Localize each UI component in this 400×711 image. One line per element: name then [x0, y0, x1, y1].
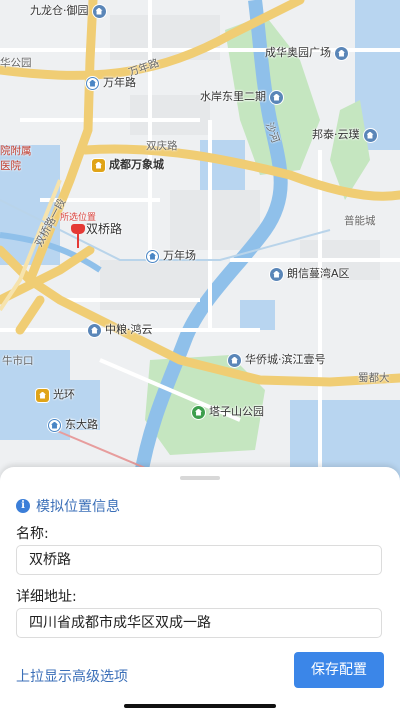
poi-guanghuan[interactable]: 光环: [36, 388, 75, 402]
poi-label: 中粮·鸿云: [105, 323, 153, 336]
info-icon: i: [16, 499, 30, 513]
shopping-bag-icon: [36, 388, 49, 402]
marker-label: 所选位置: [59, 213, 96, 223]
name-label: 名称:: [16, 526, 49, 542]
road-label-niushikou: 牛市口: [2, 355, 34, 367]
poi-wanxiangcheng[interactable]: 成都万象城: [92, 158, 164, 172]
home-indicator[interactable]: [124, 704, 276, 708]
poi-wannianlu-station[interactable]: 万年路: [86, 76, 136, 90]
poi-label: 光环: [53, 388, 75, 401]
poi-jiulonggang[interactable]: 九龙仓·御园: [30, 4, 106, 18]
building-icon: [92, 4, 106, 18]
bus-stop-icon: [86, 76, 99, 90]
poi-label: 九龙仓·御园: [30, 4, 89, 17]
poi-label: 华侨城·滨江壹号: [245, 353, 326, 366]
location-info-sheet: i 模拟位置信息 名称: 双桥路 详细地址: 四川省成都市成华区双成一路 上拉显…: [0, 467, 400, 711]
section-title: 模拟位置信息: [36, 499, 120, 515]
building-icon: [88, 323, 101, 337]
poi-label: 万年场: [163, 249, 196, 262]
road-label-shuangqing: 双庆路: [146, 140, 178, 152]
hospital-label: 院附属医院: [0, 145, 32, 172]
building-icon: [363, 128, 377, 142]
bus-stop-icon: [146, 249, 159, 263]
road-label-huachi: 华公园: [0, 57, 32, 69]
poi-label: 东大路: [65, 418, 98, 431]
road-label-shudu: 蜀都大: [358, 372, 390, 384]
name-input[interactable]: 双桥路: [16, 545, 382, 575]
poi-bangtai[interactable]: 邦泰·云璞: [312, 128, 377, 142]
poi-dongdalu[interactable]: 东大路: [48, 418, 98, 432]
section-header: i 模拟位置信息: [16, 496, 120, 516]
poi-wannianchang[interactable]: 万年场: [146, 249, 196, 263]
building-icon: [270, 267, 283, 281]
poi-label: 塔子山公园: [209, 405, 264, 418]
poi-label: 水岸东里二期: [200, 90, 266, 103]
road-label-jinneng: 普能城: [344, 215, 376, 227]
poi-zhongliang[interactable]: 中粮·鸿云: [88, 323, 153, 337]
poi-label: 朗信蔓湾A区: [287, 267, 350, 280]
metro-station-icon: [48, 418, 61, 432]
shopping-bag-icon: [92, 158, 105, 172]
poi-tazishan[interactable]: 塔子山公园: [192, 405, 264, 419]
building-icon: [270, 90, 283, 104]
park-icon: [192, 405, 205, 419]
building-icon: [228, 353, 241, 367]
building-icon: [335, 46, 348, 60]
pin-icon: [71, 224, 85, 250]
sheet-grab-handle[interactable]: [180, 476, 220, 480]
address-label: 详细地址:: [16, 589, 77, 605]
poi-label: 成都万象城: [109, 158, 164, 171]
poi-langxin[interactable]: 朗信蔓湾A区: [270, 267, 350, 281]
poi-huaqiao[interactable]: 华侨城·滨江壹号: [228, 353, 326, 367]
poi-label: 邦泰·云璞: [312, 128, 360, 141]
poi-chenghua-olympic[interactable]: 成华奥园广场: [265, 46, 348, 60]
poi-label: 成华奥园广场: [265, 46, 331, 59]
selected-location-marker[interactable]: 所选位置: [56, 210, 100, 250]
poi-shuian[interactable]: 水岸东里二期: [200, 90, 283, 104]
advanced-options-link[interactable]: 上拉显示高级选项: [16, 666, 128, 686]
save-config-button[interactable]: 保存配置: [294, 652, 384, 688]
address-input[interactable]: 四川省成都市成华区双成一路: [16, 608, 382, 638]
